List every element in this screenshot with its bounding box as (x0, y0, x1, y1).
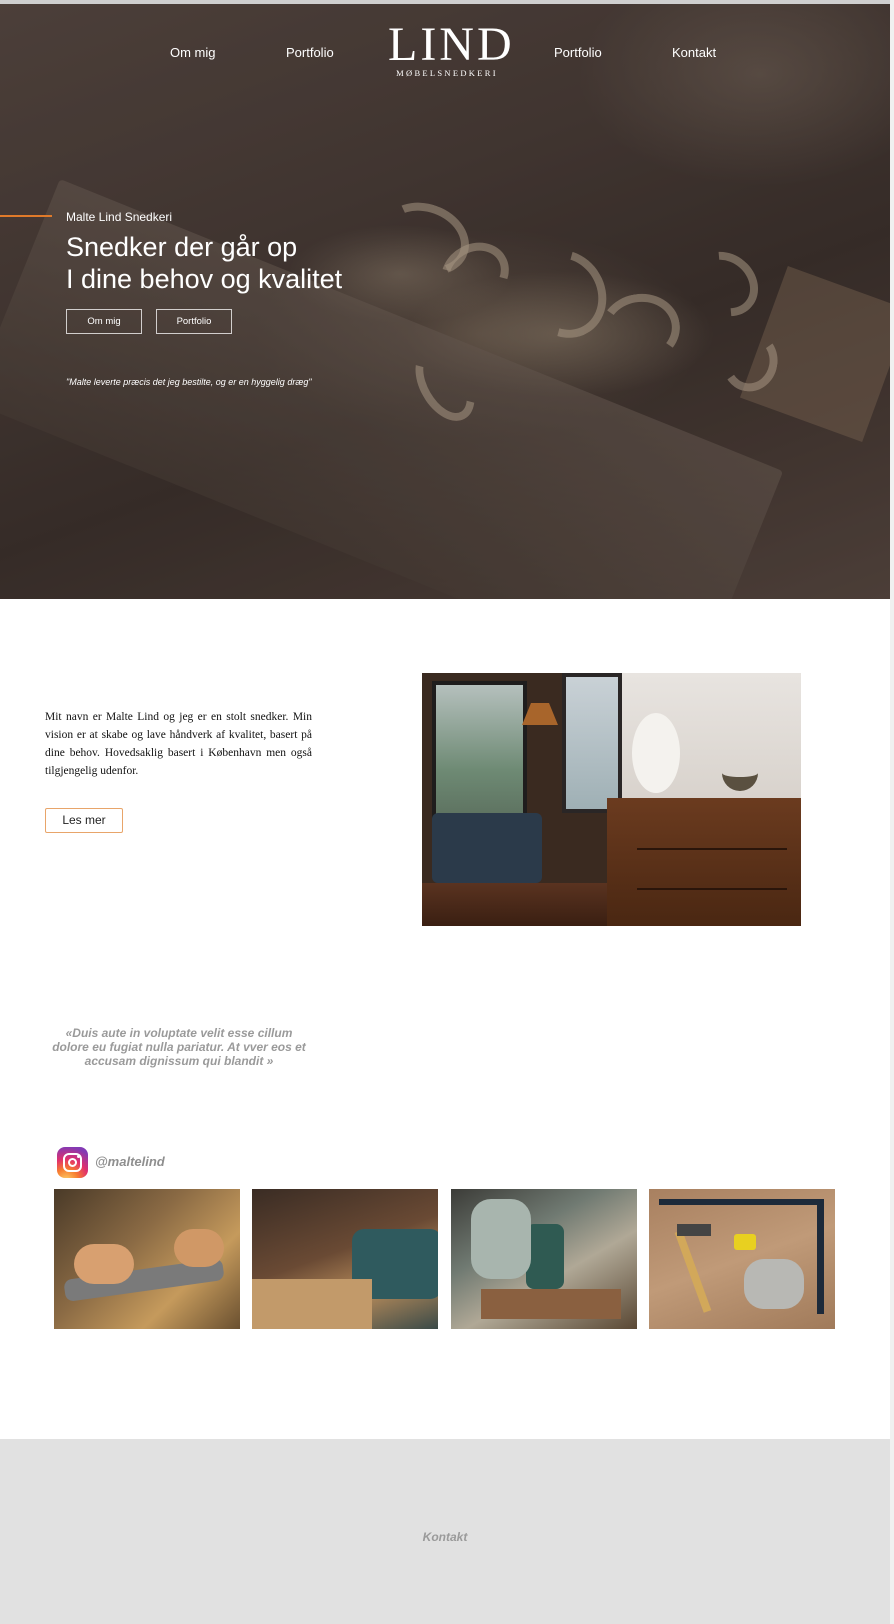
hero-kicker: Malte Lind Snedkeri (66, 210, 173, 224)
room-vase (632, 713, 680, 793)
room-window (562, 673, 622, 813)
hero-overlay (0, 4, 890, 599)
photo-square-ruler (659, 1199, 824, 1205)
instagram-icon-lens (68, 1158, 77, 1167)
about-image-furniture (422, 673, 801, 926)
les-mer-button[interactable]: Les mer (45, 808, 123, 833)
hero-title-line1: Snedker der går op (66, 232, 298, 262)
photo-hammer-handle (674, 1230, 712, 1313)
room-window (432, 681, 527, 831)
instagram-handle[interactable]: @maltelind (95, 1154, 165, 1169)
page: Om mig Portfolio LIND MØBELSNEDKERI Port… (0, 0, 894, 1624)
photo-router-tool (526, 1224, 564, 1289)
hero-portfolio-button[interactable]: Portfolio (156, 309, 232, 334)
logo[interactable]: LIND MØBELSNEDKERI (388, 18, 515, 79)
instagram-photo-router[interactable] (451, 1189, 637, 1329)
photo-gloves (744, 1259, 804, 1309)
photo-hammer-head (677, 1224, 711, 1236)
room-plant (722, 743, 758, 791)
scrollbar-track[interactable] (890, 0, 894, 1624)
photo-person (471, 1199, 531, 1279)
logo-wordmark: LIND (388, 18, 515, 71)
instagram-icon-dot (77, 1155, 80, 1158)
photo-wood-frame (252, 1279, 372, 1329)
dresser-drawer-line (637, 848, 787, 850)
instagram-photo-sander[interactable] (252, 1189, 438, 1329)
nav-om-mig[interactable]: Om mig (170, 45, 216, 60)
room-sofa (432, 813, 542, 883)
hero-title-line2: I dine behov og kvalitet (66, 264, 343, 294)
room-lamp (522, 703, 558, 725)
photo-hand (74, 1244, 134, 1284)
footer-kontakt-link[interactable]: Kontakt (0, 1530, 890, 1544)
dresser-drawer-line (637, 888, 787, 890)
logo-subtitle: MØBELSNEDKERI (396, 68, 498, 78)
nav-kontakt[interactable]: Kontakt (672, 45, 716, 60)
instagram-photo-hand-plane[interactable] (54, 1189, 240, 1329)
room-floor (422, 883, 612, 926)
photo-hand (174, 1229, 224, 1267)
photo-tape-measure (734, 1234, 756, 1250)
photo-workpiece (481, 1289, 621, 1319)
photo-square-ruler (817, 1199, 824, 1314)
accent-line (0, 215, 52, 217)
instagram-icon[interactable] (57, 1147, 88, 1178)
instagram-photo-tools-flatlay[interactable] (649, 1189, 835, 1329)
nav-portfolio-left[interactable]: Portfolio (286, 45, 334, 60)
hero-section: Om mig Portfolio LIND MØBELSNEDKERI Port… (0, 4, 890, 599)
testimonial-quote: «Duis aute in voluptate velit esse cillu… (52, 1026, 306, 1068)
nav-portfolio-right[interactable]: Portfolio (554, 45, 602, 60)
hero-testimonial: "Malte leverte præcis det jeg bestilte, … (66, 377, 312, 387)
hero-om-mig-button[interactable]: Om mig (66, 309, 142, 334)
room-dresser (607, 798, 801, 926)
about-text: Mit navn er Malte Lind og jeg er en stol… (45, 711, 312, 777)
hero-title: Snedker der går op I dine behov og kvali… (66, 231, 342, 295)
